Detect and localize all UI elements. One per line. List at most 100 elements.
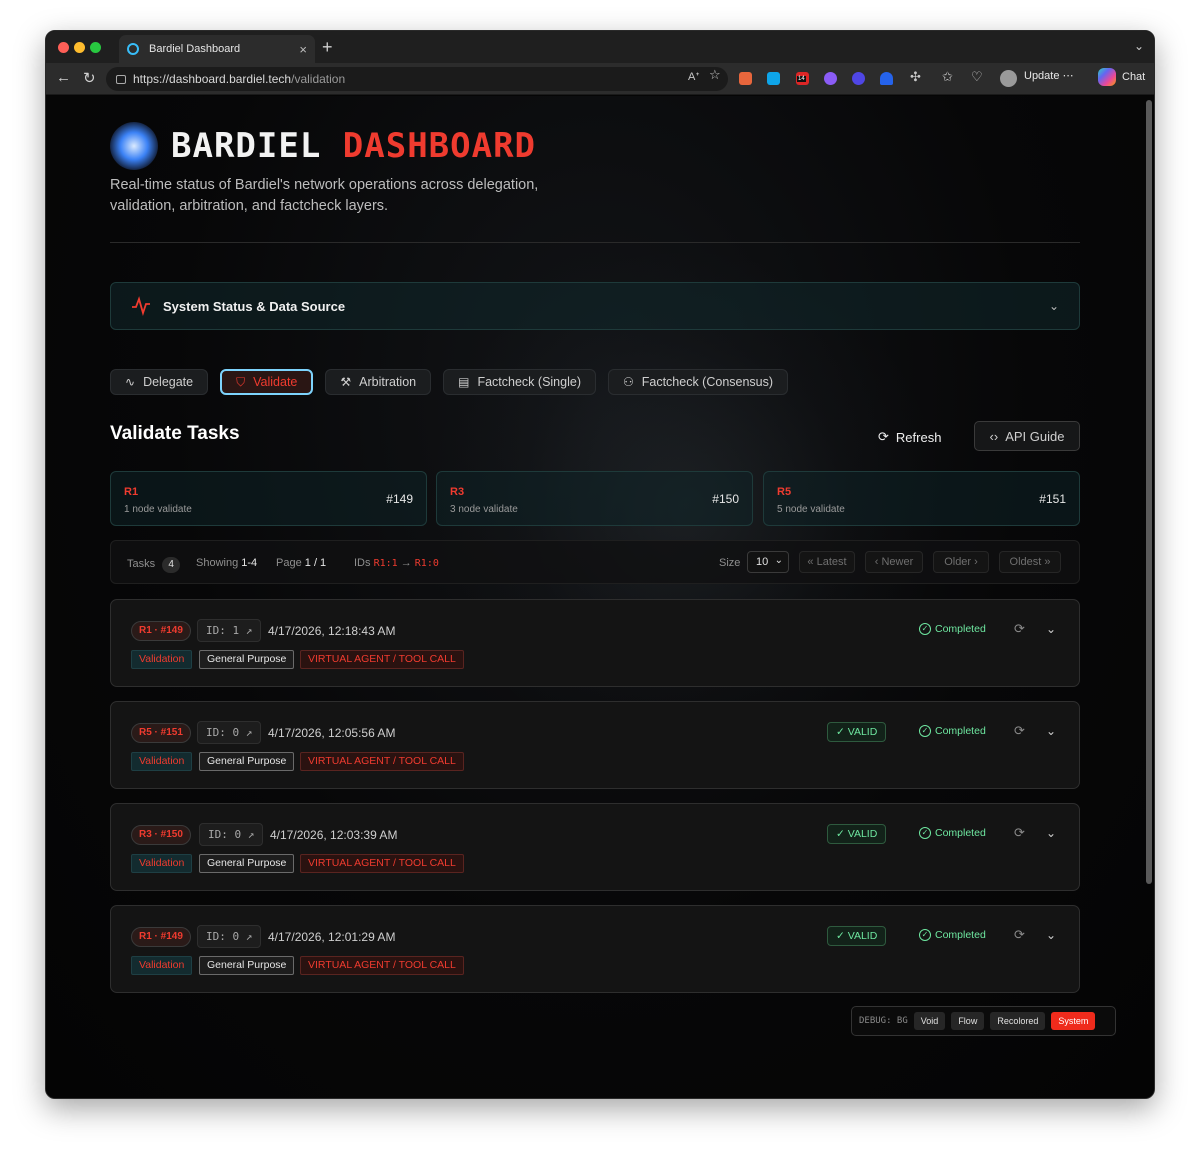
- tab-list-chevron-icon[interactable]: ⌄: [1134, 39, 1144, 53]
- rerun-icon[interactable]: ⟳: [1014, 723, 1025, 739]
- refresh-icon: ⟳: [878, 429, 889, 444]
- page-indicator: Page 1 / 1: [276, 557, 327, 569]
- tab-delegate[interactable]: ∿ Delegate: [110, 369, 209, 395]
- debug-recolored-button[interactable]: Recolored: [990, 1012, 1046, 1030]
- page-size-select[interactable]: 10 ⌄: [747, 551, 789, 573]
- extension-purple-icon[interactable]: [824, 72, 837, 85]
- extension-s-icon[interactable]: [852, 72, 865, 85]
- new-tab-icon[interactable]: +: [322, 37, 333, 58]
- task-card[interactable]: R1 · #149 ID: 1 ↗ 4/17/2026, 12:18:43 AM…: [110, 599, 1080, 687]
- rerun-icon[interactable]: ⟳: [1014, 825, 1025, 841]
- task-id-link[interactable]: ID: 0 ↗: [197, 925, 262, 948]
- tab-label: Arbitration: [359, 375, 417, 389]
- rerun-icon[interactable]: ⟳: [1014, 927, 1025, 943]
- update-button[interactable]: Update ⋯: [1024, 69, 1074, 82]
- tag-validation: Validation: [131, 650, 193, 669]
- round-number: #151: [1039, 492, 1066, 506]
- chevron-down-icon[interactable]: ⌄: [1049, 299, 1059, 313]
- task-round-pill: R1 · #149: [131, 621, 191, 641]
- page-scrollbar[interactable]: [1146, 100, 1152, 884]
- task-id-link[interactable]: ID: 0 ↗: [199, 823, 264, 846]
- chat-button[interactable]: Chat: [1098, 68, 1145, 86]
- favorites-icon[interactable]: ✩: [942, 69, 953, 85]
- rerun-icon[interactable]: ⟳: [1014, 621, 1025, 637]
- bardiel-logo: [110, 122, 158, 170]
- task-card[interactable]: R1 · #149 ID: 0 ↗ 4/17/2026, 12:01:29 AM…: [110, 905, 1080, 993]
- profile-avatar[interactable]: [1000, 70, 1017, 87]
- chevron-down-icon: ⌄: [774, 555, 783, 566]
- debug-label: DEBUG: BG: [859, 1016, 908, 1026]
- tab-factcheck-single[interactable]: ▤ Factcheck (Single): [443, 369, 596, 395]
- api-guide-button[interactable]: ‹› API Guide: [974, 421, 1080, 451]
- check-circle-icon: ✓: [919, 929, 931, 941]
- task-round-pill: R3 · #150: [131, 825, 191, 845]
- round-sub: 1 node validate: [124, 504, 192, 515]
- tasks-count: Tasks 4: [127, 557, 181, 573]
- extension-calendar-icon[interactable]: 14: [796, 72, 809, 85]
- external-link-icon: ↗: [245, 930, 253, 943]
- gavel-icon: ⚒: [340, 375, 352, 389]
- brand-word-bardiel: BARDIEL: [171, 126, 322, 166]
- refresh-button[interactable]: ⟳ Refresh: [878, 429, 941, 445]
- latest-button[interactable]: « Latest: [799, 551, 855, 573]
- minimize-window-button[interactable]: [74, 42, 85, 53]
- check-circle-icon: ✓: [919, 725, 931, 737]
- tab-validate[interactable]: ⛉ Validate: [220, 369, 314, 395]
- system-status-panel[interactable]: System Status & Data Source ⌄: [110, 282, 1080, 330]
- task-card[interactable]: R5 · #151 ID: 0 ↗ 4/17/2026, 12:05:56 AM…: [110, 701, 1080, 789]
- round-card-r1[interactable]: R1 1 node validate #149: [110, 471, 427, 526]
- debug-system-button[interactable]: System: [1051, 1012, 1096, 1030]
- round-number: #150: [712, 492, 739, 506]
- zoom-window-button[interactable]: [90, 42, 101, 53]
- tab-factcheck-consensus[interactable]: ⚇ Factcheck (Consensus): [607, 369, 789, 395]
- close-window-button[interactable]: [58, 42, 69, 53]
- round-card-r3[interactable]: R3 3 node validate #150: [436, 471, 753, 526]
- task-id-link[interactable]: ID: 1 ↗: [197, 619, 262, 642]
- reload-icon[interactable]: ↻: [83, 69, 96, 87]
- debug-flow-button[interactable]: Flow: [951, 1012, 985, 1030]
- valid-badge: ✓ VALID: [827, 722, 887, 742]
- task-timestamp: 4/17/2026, 12:18:43 AM: [268, 624, 396, 638]
- chevron-down-icon[interactable]: ⌄: [1046, 622, 1056, 636]
- round-sub: 3 node validate: [450, 504, 518, 515]
- task-id-link[interactable]: ID: 0 ↗: [197, 721, 262, 744]
- status-badge: ✓ Completed: [919, 725, 986, 737]
- extension-cloud-icon[interactable]: [880, 72, 893, 85]
- tab-label: Validate: [253, 375, 298, 389]
- tag-virtual-agent: VIRTUAL AGENT / TOOL CALL: [300, 956, 464, 975]
- pulse-icon: [132, 296, 150, 316]
- browser-tab[interactable]: Bardiel Dashboard ×: [119, 35, 315, 63]
- round-sub: 5 node validate: [777, 504, 845, 515]
- status-badge: ✓ Completed: [919, 623, 986, 635]
- copilot-icon: [1098, 68, 1116, 86]
- task-timestamp: 4/17/2026, 12:05:56 AM: [268, 726, 396, 740]
- size-label: Size: [719, 557, 741, 569]
- chat-label: Chat: [1122, 71, 1146, 83]
- extension-fox-icon[interactable]: [739, 72, 752, 85]
- extensions-puzzle-icon[interactable]: ✣: [910, 69, 921, 85]
- heart-pulse-icon[interactable]: ♡: [971, 69, 983, 85]
- older-button[interactable]: Older ›: [933, 551, 989, 573]
- extension-blue-icon[interactable]: [767, 72, 780, 85]
- read-aloud-icon[interactable]: Aᐩ: [688, 70, 700, 83]
- favorite-star-icon[interactable]: ☆: [709, 67, 721, 83]
- newer-button[interactable]: ‹ Newer: [865, 551, 923, 573]
- debug-bg-panel: DEBUG: BG Void Flow Recolored System: [851, 1006, 1116, 1036]
- external-link-icon: ↗: [245, 726, 253, 739]
- chevron-down-icon[interactable]: ⌄: [1046, 724, 1056, 738]
- address-bar[interactable]: https://dashboard.bardiel.tech/validatio…: [106, 67, 728, 91]
- round-card-r5[interactable]: R5 5 node validate #151: [763, 471, 1080, 526]
- close-tab-icon[interactable]: ×: [299, 42, 307, 57]
- oldest-button[interactable]: Oldest »: [999, 551, 1061, 573]
- chevron-down-icon[interactable]: ⌄: [1046, 928, 1056, 942]
- back-icon[interactable]: ←: [56, 69, 71, 86]
- chevron-down-icon[interactable]: ⌄: [1046, 826, 1056, 840]
- task-timestamp: 4/17/2026, 12:01:29 AM: [268, 930, 396, 944]
- url-text: https://dashboard.bardiel.tech/validatio…: [133, 72, 346, 86]
- page-subtitle: Real-time status of Bardiel's network op…: [110, 177, 539, 214]
- debug-void-button[interactable]: Void: [913, 1012, 946, 1030]
- task-card[interactable]: R3 · #150 ID: 0 ↗ 4/17/2026, 12:03:39 AM…: [110, 803, 1080, 891]
- status-badge: ✓ Completed: [919, 929, 986, 941]
- tab-arbitration[interactable]: ⚒ Arbitration: [325, 369, 432, 395]
- section-title: Validate Tasks: [110, 423, 240, 444]
